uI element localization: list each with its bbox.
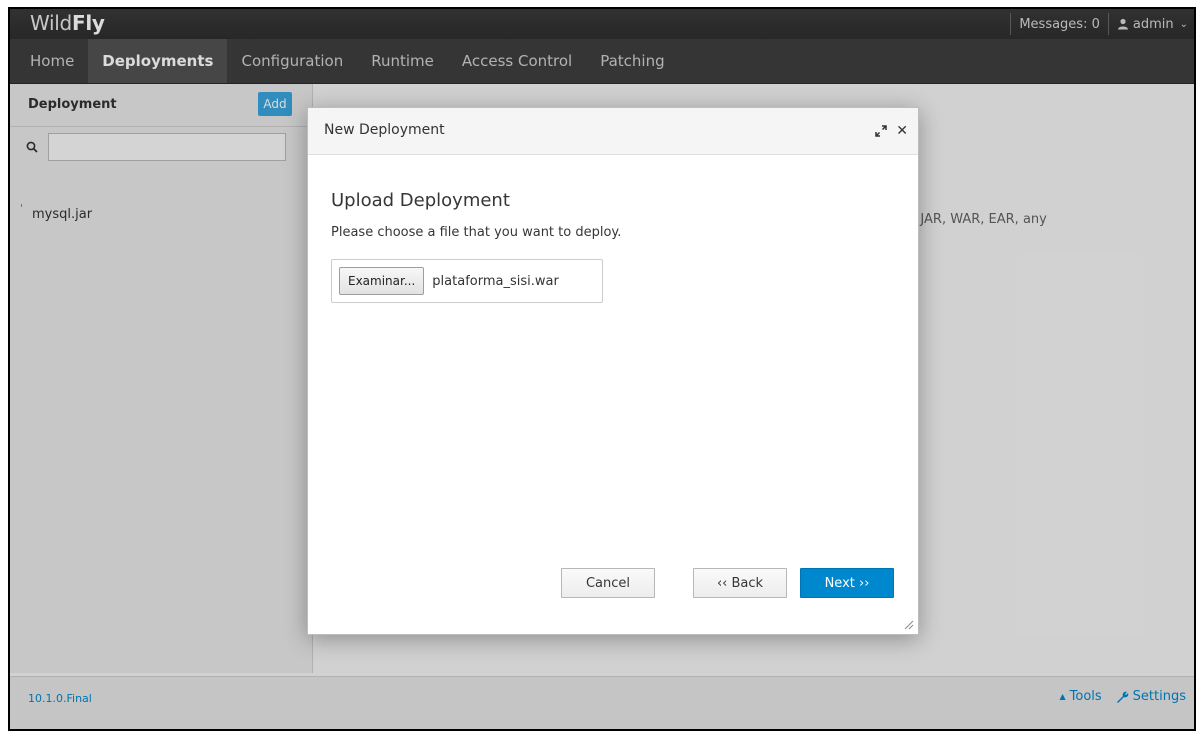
- upload-description: Please choose a file that you want to de…: [331, 225, 622, 240]
- file-picker: Examinar... plataforma_sisi.war: [331, 259, 603, 303]
- close-icon[interactable]: ✕: [896, 123, 908, 139]
- new-deployment-dialog: New Deployment ✕ Upload Deployment Pleas…: [307, 107, 919, 635]
- browser-viewport: WildFly Messages: 0 admin ⌄ Home Deploym…: [8, 7, 1196, 731]
- dialog-header: New Deployment ✕: [308, 108, 918, 155]
- upload-heading: Upload Deployment: [331, 190, 510, 211]
- browse-button[interactable]: Examinar...: [339, 267, 425, 295]
- expand-icon[interactable]: [874, 124, 888, 138]
- dialog-title: New Deployment: [324, 122, 445, 138]
- background-description-text: -JAR, WAR, EAR, any: [915, 212, 1047, 227]
- resize-handle-icon[interactable]: [902, 618, 914, 630]
- selected-file-name: plataforma_sisi.war: [432, 273, 559, 289]
- back-button[interactable]: ‹‹ Back: [693, 568, 787, 598]
- next-button[interactable]: Next ››: [800, 568, 894, 598]
- cancel-button[interactable]: Cancel: [561, 568, 655, 598]
